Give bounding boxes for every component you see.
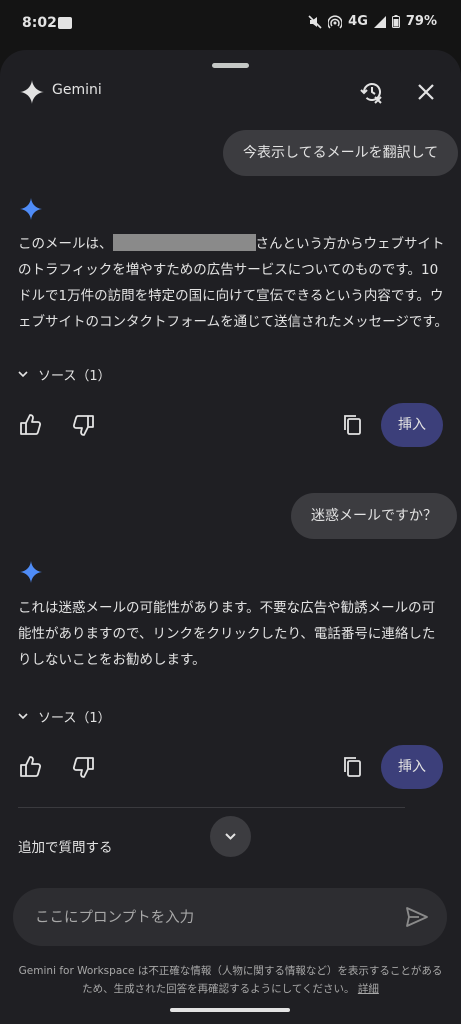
thumbs-down-icon[interactable] bbox=[70, 754, 96, 780]
gemini-response: これは迷惑メールの可能性があります。不要な広告や勧誘メールの可能性がありますので… bbox=[18, 600, 436, 668]
status-icons: 4G 79% bbox=[308, 14, 437, 29]
gemini-spark-icon bbox=[20, 561, 42, 583]
user-message: 迷惑メールですか？ bbox=[291, 493, 457, 539]
insert-button[interactable]: 挿入 bbox=[381, 403, 443, 447]
drag-handle[interactable] bbox=[212, 63, 249, 68]
network-label: 4G bbox=[348, 14, 368, 29]
status-bar: 8:02 4G 79% bbox=[0, 0, 461, 50]
insert-button[interactable]: 挿入 bbox=[381, 745, 443, 789]
gemini-response: このメールは、 さんという方からウェブサイトのトラフィックを増やすための広告サービ… bbox=[18, 231, 448, 335]
prompt-input[interactable] bbox=[33, 888, 397, 948]
send-icon[interactable] bbox=[405, 906, 429, 928]
sources-label: ソース（1） bbox=[38, 710, 111, 726]
signal-icon bbox=[373, 15, 386, 28]
disclaimer: Gemini for Workspace は不正確な情報（人物に関する情報など）… bbox=[18, 962, 443, 998]
user-message: 今表示してるメールを翻訳して bbox=[223, 130, 459, 176]
gemini-panel: Gemini 今表示してるメールを翻訳して このメールは、 さんという方からウェブ… bbox=[0, 50, 461, 1024]
thumbs-up-icon[interactable] bbox=[18, 412, 44, 438]
thumbs-down-icon[interactable] bbox=[70, 412, 96, 438]
thumbs-up-icon[interactable] bbox=[18, 754, 44, 780]
chevron-down-icon bbox=[18, 371, 28, 378]
followup-heading: 追加で質問する bbox=[18, 840, 113, 856]
panel-header: Gemini bbox=[0, 72, 461, 112]
copy-icon[interactable] bbox=[340, 754, 366, 780]
home-indicator[interactable] bbox=[170, 1008, 290, 1012]
divider bbox=[18, 807, 405, 808]
redacted-name bbox=[112, 234, 256, 251]
gemini-spark-icon bbox=[20, 80, 44, 104]
sources-toggle[interactable]: ソース（1） bbox=[18, 362, 111, 386]
copy-icon[interactable] bbox=[340, 412, 366, 438]
chevron-down-icon bbox=[18, 713, 28, 720]
panel-title: Gemini bbox=[52, 82, 102, 98]
notification-icon bbox=[58, 17, 72, 29]
sources-toggle[interactable]: ソース（1） bbox=[18, 704, 111, 728]
mute-icon bbox=[308, 14, 322, 29]
details-link[interactable]: 詳細 bbox=[358, 983, 379, 995]
chevron-down-icon bbox=[225, 833, 236, 840]
response-text-before: このメールは、 bbox=[18, 236, 113, 252]
prompt-box bbox=[13, 888, 447, 948]
hotspot-icon bbox=[328, 14, 343, 29]
status-time: 8:02 bbox=[22, 15, 57, 31]
history-off-icon[interactable] bbox=[358, 78, 386, 106]
scroll-down-button[interactable] bbox=[210, 816, 251, 857]
battery-icon bbox=[391, 15, 400, 28]
gemini-spark-icon bbox=[20, 198, 42, 220]
battery-label: 79% bbox=[405, 14, 437, 29]
sources-label: ソース（1） bbox=[38, 368, 111, 384]
close-icon[interactable] bbox=[412, 78, 440, 106]
